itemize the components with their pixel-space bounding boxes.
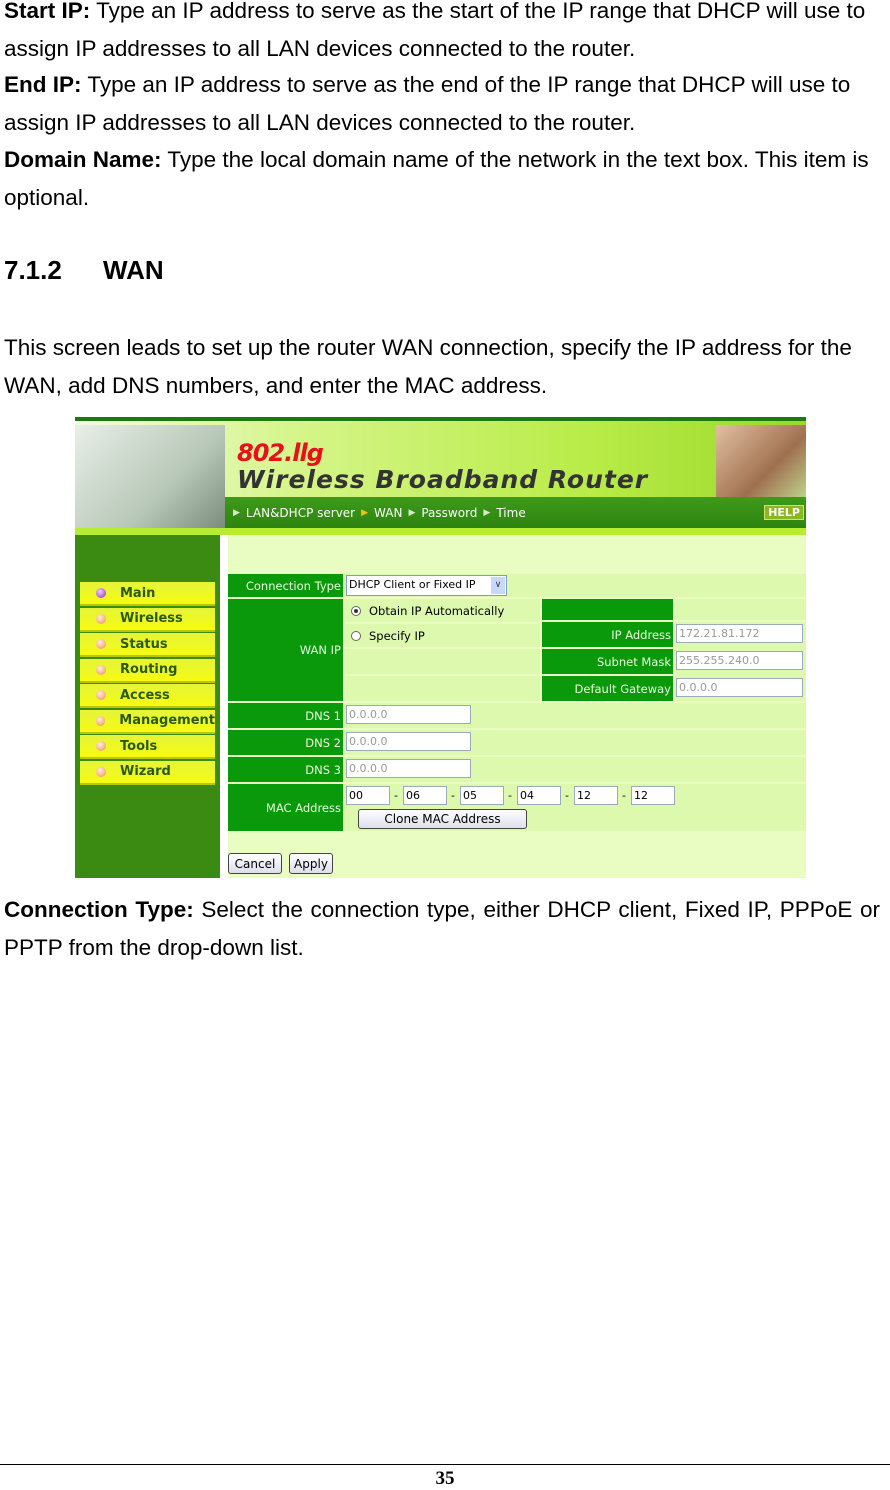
bullet-icon [96, 715, 106, 726]
menu-access[interactable]: Access [80, 684, 215, 708]
menu-main[interactable]: Main [80, 582, 215, 606]
section-heading: 7.1.2 WAN [4, 255, 164, 285]
dns3-input[interactable]: 0.0.0.0 [346, 759, 471, 778]
dns2-input[interactable]: 0.0.0.0 [346, 732, 471, 751]
arrow-icon: ▶ [361, 507, 369, 518]
mac-address-label: MAC Address [228, 784, 343, 831]
menu-wireless[interactable]: Wireless [80, 607, 215, 632]
chevron-down-icon: ∨ [491, 577, 505, 594]
divider [220, 535, 228, 878]
cancel-button[interactable]: Cancel [228, 853, 282, 874]
bullet-icon [96, 639, 106, 649]
dns3-label: DNS 3 [228, 757, 343, 782]
mac-octet-5[interactable]: 12 [574, 786, 618, 805]
bullet-icon [96, 741, 106, 751]
radio-selected[interactable] [351, 605, 361, 616]
radio-unselected[interactable] [351, 630, 361, 641]
connection-type-select[interactable]: DHCP Client or Fixed IP ∨ [346, 575, 507, 596]
banner-photo-left [75, 425, 225, 532]
arrow-icon: ▶ [233, 507, 240, 518]
nav-lan-dhcp[interactable]: LAN&DHCP server [246, 506, 355, 520]
menu-routing[interactable]: Routing [80, 658, 215, 683]
menu-label: Routing [120, 662, 178, 677]
menu-status[interactable]: Status [80, 633, 215, 657]
menu-wizard[interactable]: Wizard [80, 760, 215, 785]
mac-octet-1[interactable]: 00 [346, 786, 390, 805]
mac-separator: - [451, 789, 455, 802]
gateway-input[interactable]: 0.0.0.0 [676, 678, 803, 697]
obtain-auto-option[interactable]: Obtain IP Automatically [345, 599, 540, 622]
nav-password[interactable]: Password [421, 506, 477, 520]
logo-title: Wireless Broadband Router [237, 465, 649, 494]
start-ip-paragraph: Start IP: Type an IP address to serve as… [4, 0, 866, 61]
subnet-mask-input[interactable]: 255.255.240.0 [676, 651, 803, 670]
bullet-icon [96, 766, 106, 777]
row-bg [345, 676, 540, 701]
footer-rule [0, 1464, 890, 1465]
sidebar: Main Wireless Status Routing Access Mana… [75, 535, 220, 878]
menu-label: Status [120, 636, 168, 652]
bullet-icon [96, 690, 106, 700]
mac-octet-2[interactable]: 06 [403, 786, 447, 805]
ip-address-label: IP Address [542, 622, 673, 647]
arrow-icon: ▶ [408, 507, 416, 518]
banner: 802.llg Wireless Broadband Router [75, 417, 806, 532]
menu-label: Wizard [120, 764, 171, 779]
menu-label: Management [119, 713, 215, 728]
row-bg [345, 649, 540, 674]
mac-octet-4[interactable]: 04 [517, 786, 561, 805]
nav-time[interactable]: Time [496, 506, 525, 520]
divider [75, 528, 806, 535]
radio-label: Specify IP [369, 628, 425, 643]
connection-type-label: Connection Type [228, 574, 343, 597]
blank-label [542, 599, 673, 620]
row-bg [675, 599, 806, 620]
bullet-icon [96, 664, 106, 675]
mac-octet-6[interactable]: 12 [631, 786, 675, 805]
dns2-label: DNS 2 [228, 730, 343, 755]
intro-paragraph: This screen leads to set up the router W… [4, 335, 852, 398]
top-nav: ▶ LAN&DHCP server ▶ WAN ▶ Password ▶ Time HE… [225, 497, 806, 528]
dns1-label: DNS 1 [228, 703, 343, 728]
menu-label: Tools [120, 738, 158, 754]
nav-wan[interactable]: WAN [374, 506, 402, 520]
domain-name-paragraph: Domain Name: Type the local domain name … [4, 147, 869, 210]
page-number: 35 [435, 1468, 455, 1489]
menu-label: Access [120, 687, 170, 703]
end-ip-paragraph: End IP: Type an IP address to serve as t… [4, 72, 851, 135]
gateway-label: Default Gateway [542, 676, 673, 701]
clone-mac-button[interactable]: Clone MAC Address [358, 809, 527, 829]
wan-ip-label: WAN IP [228, 599, 343, 701]
subnet-mask-label: Subnet Mask [542, 649, 673, 674]
bullet-icon [96, 613, 106, 624]
radio-label: Obtain IP Automatically [369, 603, 505, 618]
ip-address-input[interactable]: 172.21.81.172 [676, 624, 803, 643]
mac-separator: - [508, 789, 512, 802]
apply-button[interactable]: Apply [289, 853, 333, 874]
help-button[interactable]: HELP [764, 505, 804, 520]
banner-photo-right [716, 425, 806, 501]
arrow-icon: ▶ [483, 507, 491, 518]
menu-tools[interactable]: Tools [80, 735, 215, 759]
mac-separator: - [622, 789, 626, 802]
logo-model: 802.llg [237, 439, 324, 467]
menu-label: Main [120, 585, 156, 601]
dns1-input[interactable]: 0.0.0.0 [346, 705, 471, 724]
mac-separator: - [394, 789, 398, 802]
menu-label: Wireless [120, 611, 183, 626]
bullet-icon [96, 588, 106, 598]
mac-octet-3[interactable]: 05 [460, 786, 504, 805]
router-screenshot: 802.llg Wireless Broadband Router ▶ LAN&D… [75, 417, 806, 878]
connection-type-paragraph: Connection Type: Select the connection t… [4, 897, 881, 960]
specify-ip-option[interactable]: Specify IP [345, 624, 540, 647]
mac-separator: - [565, 789, 569, 802]
menu-management[interactable]: Management [80, 709, 215, 734]
